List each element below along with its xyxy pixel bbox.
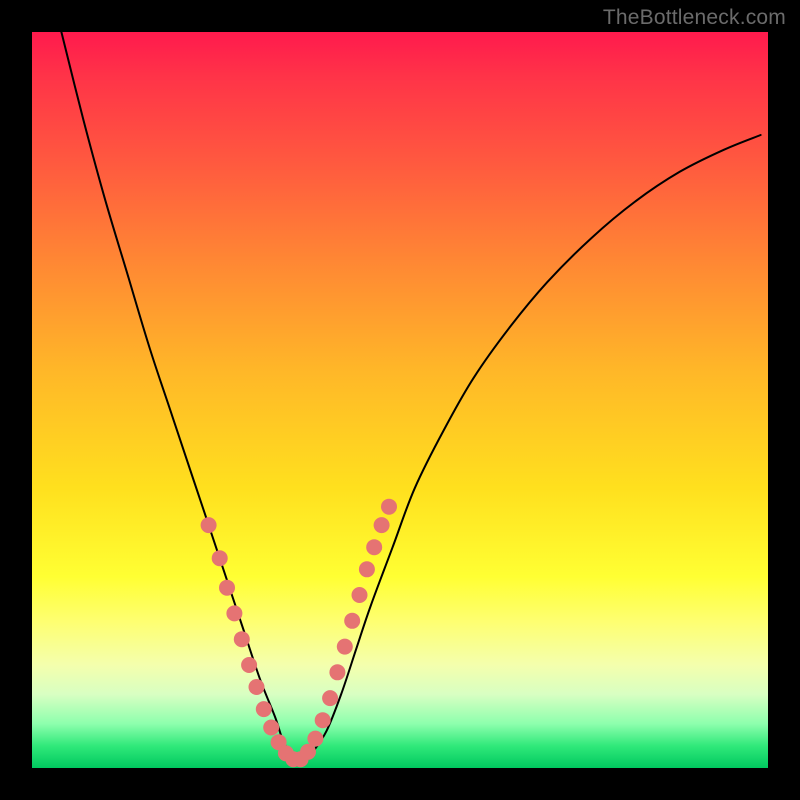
data-marker	[219, 580, 235, 596]
data-marker	[201, 517, 217, 533]
data-marker	[366, 539, 382, 555]
data-marker	[374, 517, 390, 533]
bottleneck-curve	[61, 32, 760, 762]
data-marker	[315, 712, 331, 728]
data-marker	[352, 587, 368, 603]
data-marker	[226, 605, 242, 621]
watermark-text: TheBottleneck.com	[603, 6, 786, 30]
data-marker	[234, 631, 250, 647]
chart-svg	[32, 32, 768, 768]
plot-area	[32, 32, 768, 768]
data-marker	[212, 550, 228, 566]
data-marker	[329, 664, 345, 680]
data-marker	[381, 499, 397, 515]
data-marker	[263, 720, 279, 736]
data-marker	[241, 657, 257, 673]
data-marker	[337, 639, 353, 655]
data-marker	[359, 561, 375, 577]
data-marker	[307, 731, 323, 747]
data-marker	[256, 701, 272, 717]
data-marker	[249, 679, 265, 695]
data-marker	[344, 613, 360, 629]
marker-group	[201, 499, 397, 768]
chart-frame: TheBottleneck.com	[0, 0, 800, 800]
data-marker	[322, 690, 338, 706]
